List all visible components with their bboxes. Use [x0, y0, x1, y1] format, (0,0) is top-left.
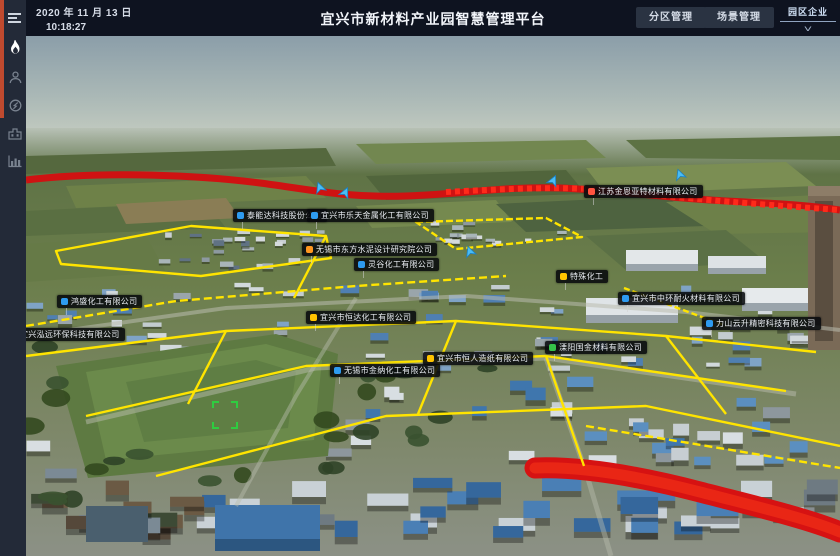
datetime-block: 2020 年 11 月 13 日 10:18:27 — [36, 4, 132, 33]
company-label-text: 宜兴泓远环保科技有限公司 — [26, 330, 120, 339]
top-header: 2020 年 11 月 13 日 10:18:27 宜兴市新材料产业园智慧管理平… — [26, 0, 840, 36]
company-marker-icon — [427, 355, 434, 362]
company-label[interactable]: 特殊化工 — [556, 270, 608, 283]
company-label[interactable]: 溧阳国金材料有限公司 — [545, 341, 647, 354]
person-icon[interactable] — [4, 66, 26, 88]
company-marker-icon — [310, 314, 317, 321]
company-marker-icon — [549, 344, 556, 351]
zone-management-button[interactable]: 分区管理 — [636, 7, 706, 28]
company-marker-icon — [61, 298, 68, 305]
company-label-text: 特殊化工 — [570, 272, 603, 281]
company-marker-icon — [706, 320, 713, 327]
company-label[interactable]: 宜兴市恒人造纸有限公司 — [423, 352, 533, 365]
company-label[interactable]: 宜兴泓远环保科技有限公司 — [26, 328, 125, 341]
factory-icon[interactable] — [4, 122, 26, 144]
bar-chart-icon — [8, 155, 22, 168]
company-label[interactable]: 无锡市金纳化工有限公司 — [330, 364, 440, 377]
company-label-text: 溧阳国金材料有限公司 — [559, 343, 642, 352]
company-marker-icon — [588, 188, 595, 195]
company-label[interactable]: 宜兴市中环耐火材料有限公司 — [618, 292, 745, 305]
gauge-icon[interactable] — [4, 94, 26, 116]
company-label-text: 鸿盛化工有限公司 — [71, 297, 137, 306]
company-label-text: 宜兴市恒达化工有限公司 — [320, 313, 411, 322]
company-label-text: 灵谷化工有限公司 — [368, 260, 434, 269]
company-label[interactable]: 宜兴市乐天金属化工有限公司 — [307, 209, 434, 222]
company-label[interactable]: 灵谷化工有限公司 — [354, 258, 439, 271]
current-time: 10:18:27 — [46, 22, 132, 33]
map-3d-view[interactable]: 泰能达科技股份公司宜兴市乐天金属化工有限公司江苏金恩亚特材料有限公司无锡市东方水… — [26, 36, 840, 556]
sidebar — [0, 0, 26, 556]
gauge-icon — [9, 99, 22, 112]
current-date: 2020 年 11 月 13 日 — [36, 4, 132, 19]
company-label[interactable]: 宜兴市恒达化工有限公司 — [306, 311, 416, 324]
person-icon — [9, 71, 22, 84]
company-label-text: 无锡市东方水泥设计研究院公司 — [316, 245, 432, 254]
company-label-text: 无锡市金纳化工有限公司 — [344, 366, 435, 375]
company-marker-icon — [237, 212, 244, 219]
flame-icon — [9, 40, 22, 55]
menu-icon[interactable] — [4, 7, 26, 29]
company-marker-icon — [306, 246, 313, 253]
menu-icon — [8, 12, 22, 24]
company-marker-icon — [358, 261, 365, 268]
dropdown-underline — [780, 21, 836, 22]
chevron-down-icon: ˅ — [763, 24, 840, 34]
smart-park-platform: 2020 年 11 月 13 日 10:18:27 宜兴市新材料产业园智慧管理平… — [0, 0, 840, 556]
company-label-text: 宜兴市恒人造纸有限公司 — [437, 354, 528, 363]
company-marker-icon — [311, 212, 318, 219]
park-enterprise-dropdown[interactable]: 园区企业 ˅ — [780, 2, 836, 32]
dropdown-label: 园区企业 — [780, 2, 836, 18]
company-marker-icon — [622, 295, 629, 302]
page-title: 宜兴市新材料产业园智慧管理平台 — [321, 9, 546, 29]
company-marker-icon — [560, 273, 567, 280]
company-label[interactable]: 江苏金恩亚特材料有限公司 — [584, 185, 703, 198]
bar-chart-icon[interactable] — [4, 150, 26, 172]
company-label-text: 力山云升精密科技有限公司 — [716, 319, 816, 328]
company-label[interactable]: 无锡市东方水泥设计研究院公司 — [302, 243, 437, 256]
company-label-text: 江苏金恩亚特材料有限公司 — [598, 187, 698, 196]
company-label[interactable]: 力山云升精密科技有限公司 — [702, 317, 821, 330]
factory-icon — [8, 127, 22, 140]
flame-icon[interactable] — [4, 36, 26, 58]
company-label[interactable]: 鸿盛化工有限公司 — [57, 295, 142, 308]
company-label-text: 宜兴市中环耐火材料有限公司 — [632, 294, 740, 303]
company-marker-icon — [334, 367, 341, 374]
company-label-text: 宜兴市乐天金属化工有限公司 — [321, 211, 429, 220]
